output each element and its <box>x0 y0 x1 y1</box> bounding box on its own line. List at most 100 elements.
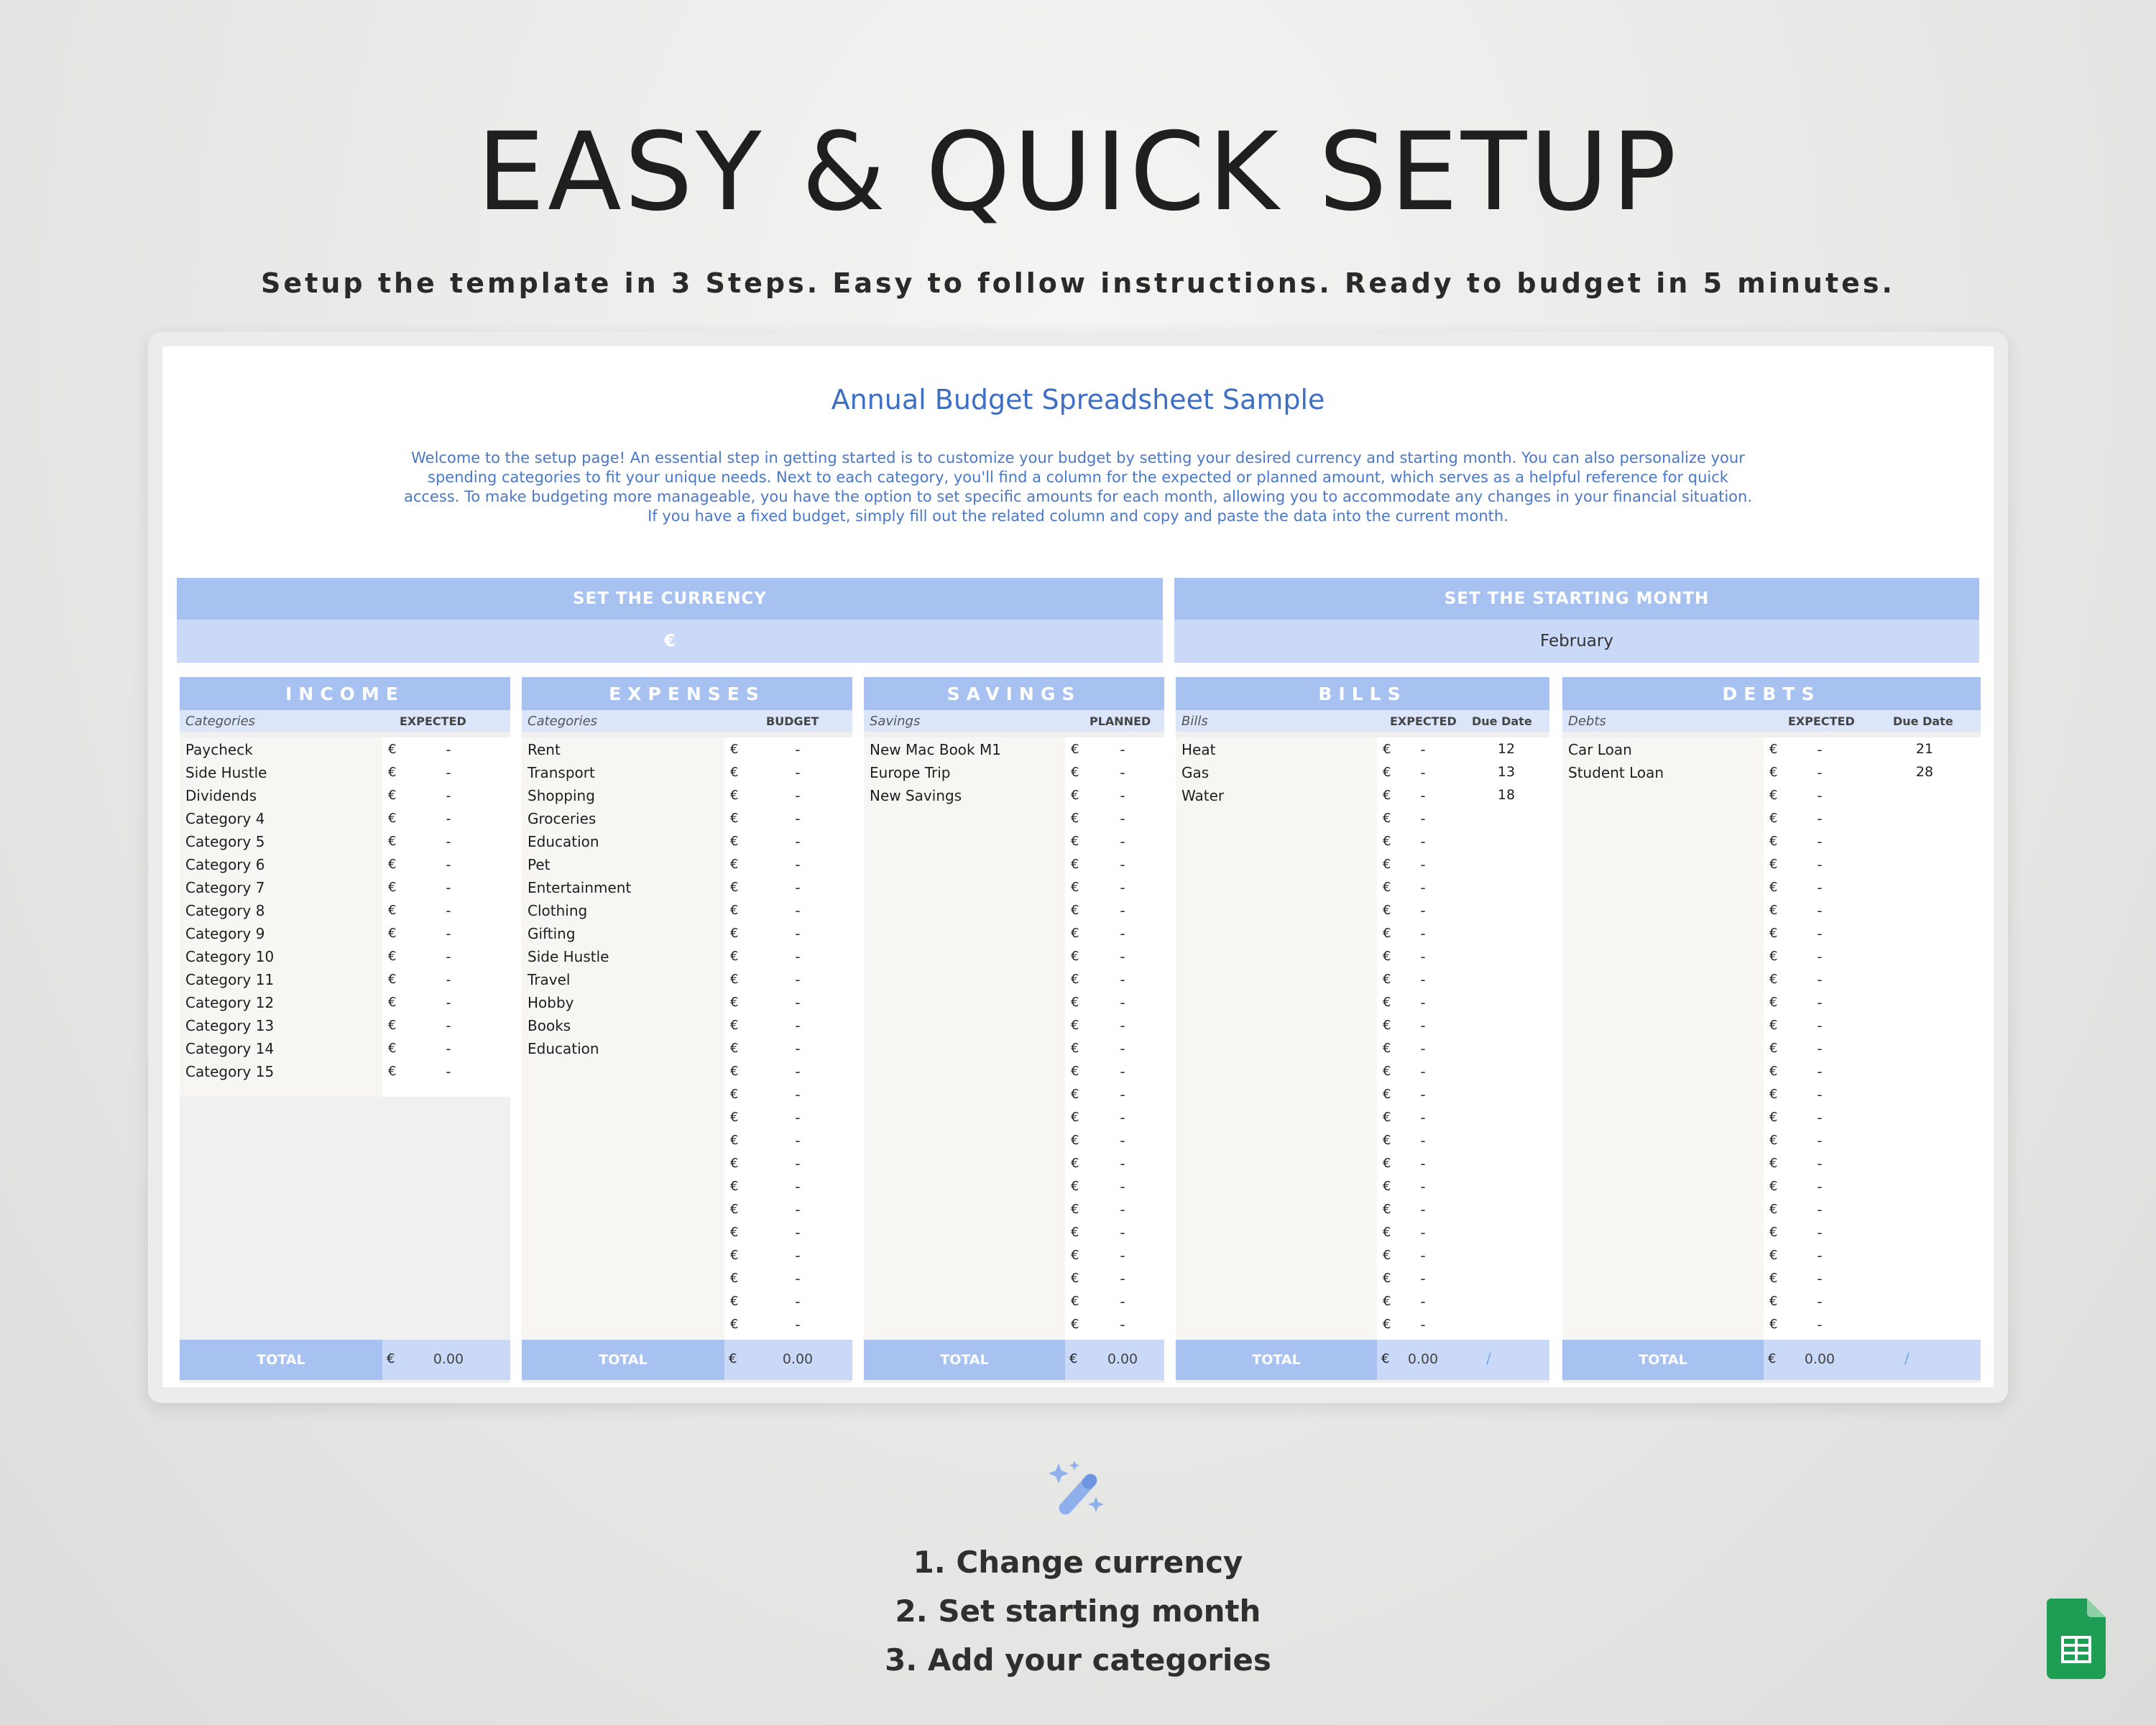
savings-amount-cell[interactable]: - <box>1094 971 1151 988</box>
expenses-amount-cell[interactable]: - <box>769 1316 826 1333</box>
savings-amount-cell[interactable]: - <box>1094 741 1151 758</box>
expenses-category-name[interactable]: Side Hustle <box>528 948 609 965</box>
expenses-amount-cell[interactable]: - <box>769 764 826 781</box>
savings-amount-cell[interactable]: - <box>1094 856 1151 873</box>
expenses-amount-cell[interactable]: - <box>769 925 826 942</box>
expenses-amount-cell[interactable]: - <box>769 1293 826 1310</box>
savings-amount-cell[interactable]: - <box>1094 948 1151 965</box>
debts-amount-cell[interactable]: - <box>1791 741 1848 758</box>
debts-due-date-cell[interactable]: 28 <box>1896 764 1953 780</box>
income-amount-cell[interactable]: - <box>420 810 477 827</box>
savings-category-name[interactable]: New Mac Book M1 <box>870 741 1001 758</box>
expenses-amount-cell[interactable]: - <box>769 1224 826 1241</box>
debts-amount-cell[interactable]: - <box>1791 948 1848 965</box>
bills-amount-cell[interactable]: - <box>1394 1063 1452 1080</box>
currency-select[interactable]: € <box>177 620 1163 663</box>
bills-amount-cell[interactable]: - <box>1394 810 1452 827</box>
savings-amount-cell[interactable]: - <box>1094 1040 1151 1057</box>
bills-amount-cell[interactable]: - <box>1394 879 1452 896</box>
expenses-category-name[interactable]: Shopping <box>528 787 595 804</box>
savings-amount-cell[interactable]: - <box>1094 1316 1151 1333</box>
income-amount-cell[interactable]: - <box>420 879 477 896</box>
bills-amount-cell[interactable]: - <box>1394 1201 1452 1218</box>
bills-amount-cell[interactable]: - <box>1394 787 1452 804</box>
income-amount-cell[interactable]: - <box>420 971 477 988</box>
debts-amount-cell[interactable]: - <box>1791 1017 1848 1034</box>
bills-amount-cell[interactable]: - <box>1394 1109 1452 1126</box>
bills-due-date-cell[interactable]: 12 <box>1478 741 1535 757</box>
expenses-amount-cell[interactable]: - <box>769 856 826 873</box>
debts-amount-cell[interactable]: - <box>1791 1063 1848 1080</box>
savings-amount-cell[interactable]: - <box>1094 1270 1151 1287</box>
expenses-category-name[interactable]: Entertainment <box>528 879 631 896</box>
income-category-name[interactable]: Category 11 <box>185 971 274 988</box>
bills-amount-cell[interactable]: - <box>1394 833 1452 850</box>
expenses-amount-cell[interactable]: - <box>769 1040 826 1057</box>
starting-month-select[interactable]: February <box>1174 620 1979 663</box>
income-category-name[interactable]: Dividends <box>185 787 257 804</box>
savings-amount-cell[interactable]: - <box>1094 764 1151 781</box>
income-amount-cell[interactable]: - <box>420 787 477 804</box>
savings-amount-cell[interactable]: - <box>1094 1017 1151 1034</box>
expenses-amount-cell[interactable]: - <box>769 741 826 758</box>
debts-amount-cell[interactable]: - <box>1791 902 1848 919</box>
bills-amount-cell[interactable]: - <box>1394 902 1452 919</box>
bills-category-name[interactable]: Water <box>1181 787 1224 804</box>
savings-amount-cell[interactable]: - <box>1094 1293 1151 1310</box>
income-amount-cell[interactable]: - <box>420 994 477 1011</box>
debts-amount-cell[interactable]: - <box>1791 1293 1848 1310</box>
income-amount-cell[interactable]: - <box>420 856 477 873</box>
debts-amount-cell[interactable]: - <box>1791 994 1848 1011</box>
debts-amount-cell[interactable]: - <box>1791 810 1848 827</box>
bills-due-date-cell[interactable]: 18 <box>1478 787 1535 803</box>
expenses-category-name[interactable]: Education <box>528 833 599 850</box>
debts-amount-cell[interactable]: - <box>1791 764 1848 781</box>
expenses-amount-cell[interactable]: - <box>769 1247 826 1264</box>
savings-amount-cell[interactable]: - <box>1094 1224 1151 1241</box>
income-amount-cell[interactable]: - <box>420 925 477 942</box>
income-amount-cell[interactable]: - <box>420 948 477 965</box>
savings-amount-cell[interactable]: - <box>1094 1178 1151 1195</box>
expenses-amount-cell[interactable]: - <box>769 787 826 804</box>
expenses-amount-cell[interactable]: - <box>769 1155 826 1172</box>
expenses-amount-cell[interactable]: - <box>769 994 826 1011</box>
savings-amount-cell[interactable]: - <box>1094 810 1151 827</box>
income-category-name[interactable]: Category 13 <box>185 1017 274 1034</box>
income-category-name[interactable]: Category 8 <box>185 902 264 919</box>
expenses-amount-cell[interactable]: - <box>769 948 826 965</box>
savings-amount-cell[interactable]: - <box>1094 994 1151 1011</box>
debts-amount-cell[interactable]: - <box>1791 1270 1848 1287</box>
debts-amount-cell[interactable]: - <box>1791 833 1848 850</box>
savings-amount-cell[interactable]: - <box>1094 1086 1151 1103</box>
income-amount-cell[interactable]: - <box>420 1040 477 1057</box>
debts-due-date-cell[interactable]: 21 <box>1896 741 1953 757</box>
income-category-name[interactable]: Category 10 <box>185 948 274 965</box>
expenses-amount-cell[interactable]: - <box>769 1132 826 1149</box>
savings-amount-cell[interactable]: - <box>1094 1109 1151 1126</box>
income-category-name[interactable]: Category 6 <box>185 856 264 873</box>
bills-category-name[interactable]: Heat <box>1181 741 1215 758</box>
income-category-name[interactable]: Side Hustle <box>185 764 267 781</box>
savings-amount-cell[interactable]: - <box>1094 925 1151 942</box>
income-category-name[interactable]: Category 5 <box>185 833 264 850</box>
debts-amount-cell[interactable]: - <box>1791 787 1848 804</box>
debts-amount-cell[interactable]: - <box>1791 1086 1848 1103</box>
expenses-amount-cell[interactable]: - <box>769 1201 826 1218</box>
expenses-category-name[interactable]: Groceries <box>528 810 596 827</box>
bills-amount-cell[interactable]: - <box>1394 1017 1452 1034</box>
savings-amount-cell[interactable]: - <box>1094 1132 1151 1149</box>
savings-amount-cell[interactable]: - <box>1094 787 1151 804</box>
bills-amount-cell[interactable]: - <box>1394 1132 1452 1149</box>
expenses-category-name[interactable]: Travel <box>528 971 570 988</box>
expenses-amount-cell[interactable]: - <box>769 1109 826 1126</box>
debts-amount-cell[interactable]: - <box>1791 971 1848 988</box>
savings-amount-cell[interactable]: - <box>1094 902 1151 919</box>
bills-amount-cell[interactable]: - <box>1394 1040 1452 1057</box>
expenses-category-name[interactable]: Books <box>528 1017 571 1034</box>
expenses-amount-cell[interactable]: - <box>769 1270 826 1287</box>
expenses-amount-cell[interactable]: - <box>769 1017 826 1034</box>
bills-amount-cell[interactable]: - <box>1394 1316 1452 1333</box>
expenses-category-name[interactable]: Hobby <box>528 994 574 1011</box>
expenses-amount-cell[interactable]: - <box>769 1086 826 1103</box>
bills-due-date-cell[interactable]: 13 <box>1478 764 1535 780</box>
